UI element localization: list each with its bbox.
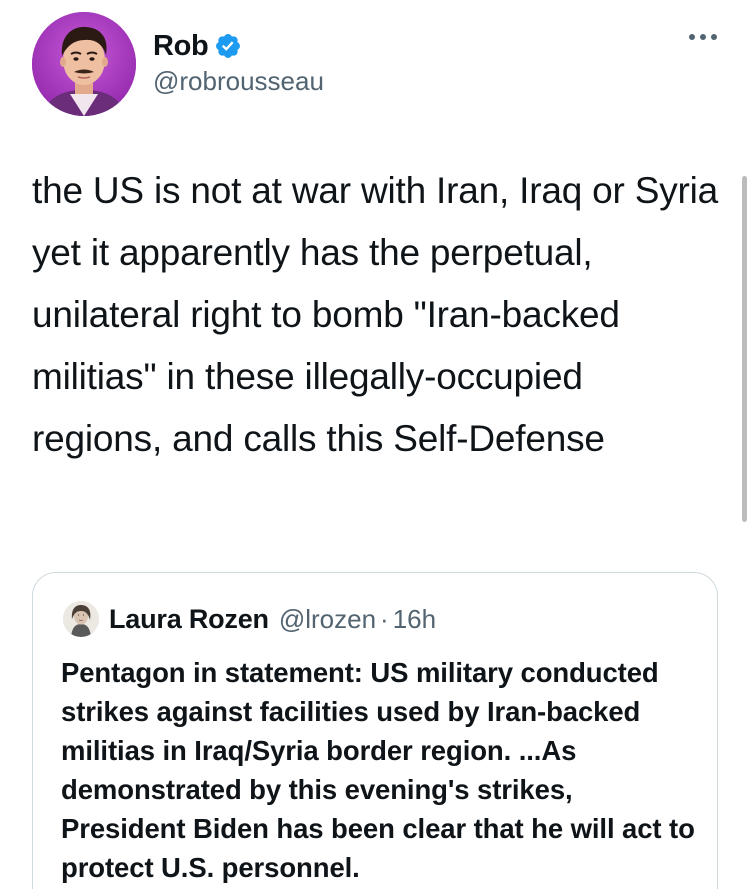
quoted-separator: · xyxy=(380,603,389,634)
tweet: Rob @robrousseau the US is not at war wi… xyxy=(0,0,750,889)
quoted-timestamp[interactable]: 16h xyxy=(393,604,436,635)
quoted-tweet-card[interactable]: Laura Rozen @lrozen · 16h Pentagon in stat… xyxy=(32,572,718,889)
tweet-text: the US is not at war with Iran, Iraq or … xyxy=(32,170,719,459)
quoted-tweet-text: Pentagon in statement: US military condu… xyxy=(61,657,695,883)
scrollbar[interactable] xyxy=(742,176,747,522)
avatar[interactable] xyxy=(32,12,136,116)
quoted-display-name[interactable]: Laura Rozen xyxy=(109,604,269,635)
tweet-header: Rob @robrousseau xyxy=(32,12,718,116)
name-row: Rob xyxy=(153,28,324,64)
quoted-tweet-header: Laura Rozen @lrozen · 16h xyxy=(63,601,436,637)
quoted-handle[interactable]: @lrozen xyxy=(279,604,376,635)
display-name[interactable]: Rob xyxy=(153,30,209,63)
verified-badge-icon xyxy=(214,32,242,60)
quoted-avatar[interactable] xyxy=(63,601,99,637)
more-horizontal-icon[interactable] xyxy=(688,30,718,44)
author-info: Rob @robrousseau xyxy=(153,28,324,97)
author-handle[interactable]: @robrousseau xyxy=(153,66,324,97)
